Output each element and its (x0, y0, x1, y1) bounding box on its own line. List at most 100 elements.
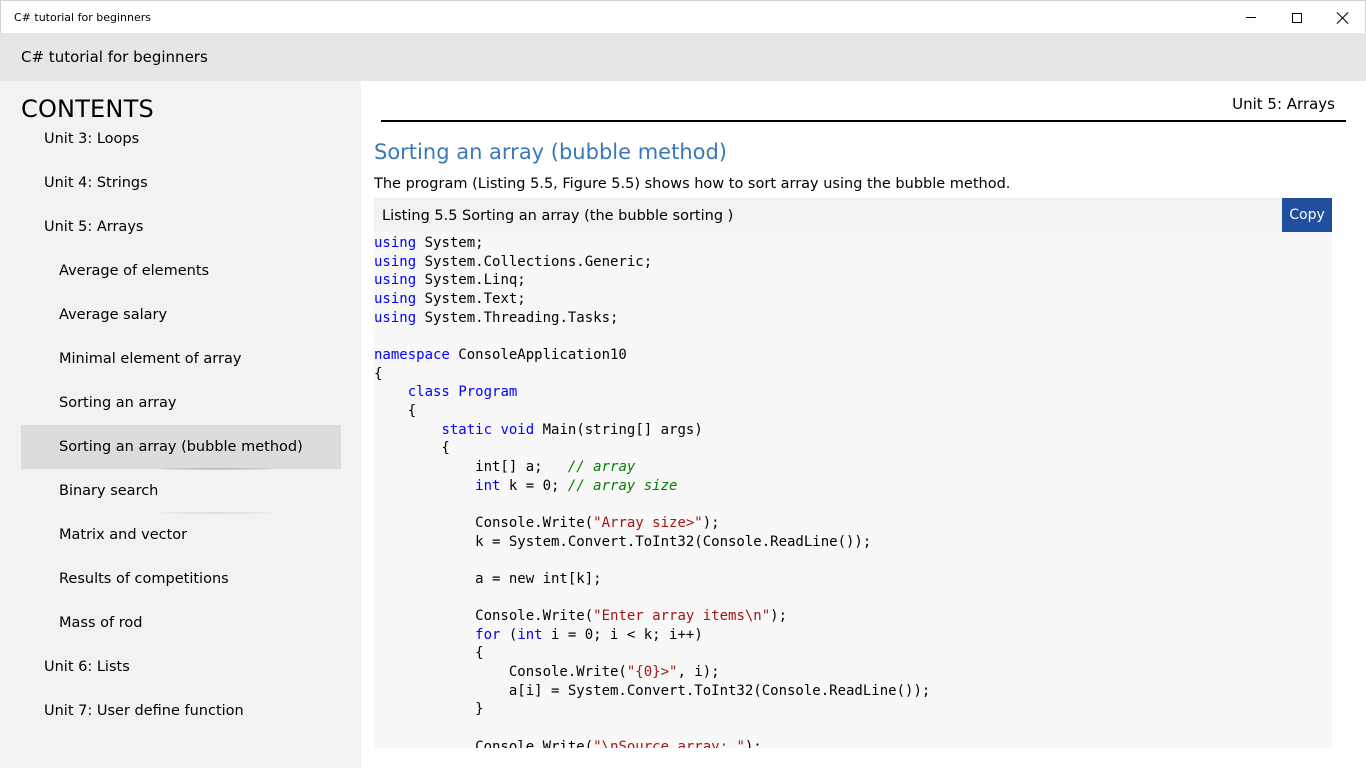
sidebar-item[interactable]: Unit 5: Arrays (21, 205, 341, 249)
main-content: Unit 5: Arrays Sorting an array (bubble … (361, 81, 1366, 768)
code-line: { (374, 644, 930, 663)
code-token: static (441, 421, 493, 438)
minimize-icon (1246, 17, 1256, 18)
code-token: "{0}>" (626, 664, 678, 681)
sidebar-item[interactable]: Average of elements (21, 249, 341, 293)
sidebar-item[interactable]: Unit 6: Lists (21, 645, 341, 689)
sidebar-item[interactable]: Average salary (21, 293, 341, 337)
code-line: { (374, 402, 930, 421)
sidebar-item[interactable]: Binary search (21, 469, 341, 514)
sidebar-item[interactable]: Unit 3: Loops (21, 117, 341, 161)
code-line: a = new int[k]; (374, 570, 930, 589)
sidebar-item[interactable]: Sorting an array (bubble method) (21, 425, 341, 470)
intro-text: The program (Listing 5.5, Figure 5.5) sh… (374, 176, 1011, 192)
code-line: } (374, 700, 930, 719)
sidebar-item-label: Average of elements (59, 263, 210, 279)
code-token: using (374, 235, 417, 251)
code-line: static void Main(string[] args) (374, 421, 930, 440)
sidebar-item-label: Unit 3: Loops (44, 131, 140, 147)
maximize-button[interactable] (1274, 1, 1320, 34)
code-token: using (374, 290, 417, 307)
code-token: k = System.Convert.ToInt32(Console.ReadL… (374, 533, 872, 550)
code-token: Console.Write( (374, 738, 594, 748)
code-token: using (374, 272, 417, 289)
code-block[interactable]: using System; using System.Collections.Ge… (374, 232, 1332, 748)
sidebar-item-label: Mass of rod (59, 615, 143, 631)
listing-header: Listing 5.5 Sorting an array (the bubble… (374, 198, 1332, 232)
code-token: for (475, 626, 501, 643)
copy-button[interactable]: Copy (1282, 198, 1332, 232)
code-token: a[i] = System.Convert.ToInt32(Console.Re… (374, 682, 931, 699)
close-button[interactable] (1320, 1, 1366, 34)
sidebar-item[interactable]: Mass of rod (21, 601, 341, 645)
code-token: // array (567, 458, 636, 475)
code-line: Console.Write("\nSource array: "); (374, 738, 930, 748)
app-title: C# tutorial for beginners (21, 48, 208, 66)
code-token: ( (500, 626, 518, 643)
code-token: System.Text; (416, 290, 526, 307)
code-line: Console.Write("{0}>", i); (374, 663, 930, 682)
code-token: Console.Write( (374, 514, 594, 531)
sidebar-item[interactable]: Sorting an array (21, 381, 341, 425)
code-line: using System.Collections.Generic; (374, 253, 930, 272)
header-divider (381, 120, 1346, 122)
code-token: Main(string[] args) (534, 421, 703, 438)
code-token: "Enter array items\n" (593, 608, 771, 625)
code-token: namespace (374, 346, 450, 363)
sidebar-item-label: Unit 7: User define function (44, 703, 244, 719)
code-token: "\nSource array: " (593, 738, 745, 748)
code-line: namespace ConsoleApplication10 (374, 346, 930, 365)
code-token: ); (770, 608, 788, 625)
code-token: k = 0; (500, 477, 568, 494)
code-token: { (374, 440, 450, 457)
code-token: System; (416, 235, 484, 251)
code-token: a = new int[k]; (374, 570, 602, 587)
code-token: ); (702, 514, 720, 531)
code-token: using (374, 309, 417, 326)
sidebar-item-label: Sorting an array (bubble method) (59, 439, 303, 455)
code-line: using System; (374, 234, 930, 253)
code-token: void (500, 421, 535, 438)
code-token: class (407, 384, 450, 401)
sidebar-item[interactable]: Unit 7: User define function (21, 689, 341, 733)
code-line: int k = 0; // array size (374, 477, 930, 496)
sidebar-nav: Unit 3: Loops Unit 4: Strings Unit 5: Arra… (21, 117, 341, 733)
sidebar-item-label: Matrix and vector (59, 527, 188, 543)
sidebar-item-label: Unit 5: Arrays (44, 219, 144, 235)
code-token: Console.Write( (374, 664, 627, 681)
code-line: for (int i = 0; i < k; i++) (374, 626, 930, 645)
code-token: System.Threading.Tasks; (416, 309, 619, 326)
sidebar-item-label: Minimal element of array (59, 351, 242, 367)
code-line: a[i] = System.Convert.ToInt32(Console.Re… (374, 682, 930, 701)
sidebar-item[interactable]: Results of competitions (21, 557, 341, 601)
code-line: class Program (374, 383, 930, 402)
code-token: i = 0; i < k; i++) (542, 626, 703, 643)
code-token: int (517, 626, 543, 643)
code-line: { (374, 365, 930, 384)
app-header: C# tutorial for beginners (0, 33, 1366, 81)
code-token: int (475, 477, 501, 494)
sidebar: CONTENTS Unit 3: Loops Unit 4: Strings Uni… (0, 81, 361, 768)
code-token: // array size (567, 477, 678, 494)
sidebar-item[interactable]: Matrix and vector (21, 513, 341, 557)
code-line: Console.Write("Array size>"); (374, 514, 930, 533)
sidebar-item-label: Results of competitions (59, 571, 229, 587)
code-listing: using System; using System.Collections.Ge… (374, 234, 930, 748)
code-token: Console.Write( (374, 608, 594, 625)
code-token: System.Collections.Generic; (416, 253, 653, 270)
sidebar-item-label: Unit 6: Lists (44, 659, 130, 675)
code-token: Program (458, 384, 518, 401)
code-token: using (374, 253, 417, 270)
code-line: int[] a; // array (374, 458, 930, 477)
unit-label: Unit 5: Arrays (1232, 95, 1335, 113)
code-token: } (374, 701, 484, 718)
sidebar-item[interactable]: Unit 4: Strings (21, 161, 341, 205)
code-token: System.Linq; (416, 272, 526, 289)
code-token: ); (744, 738, 762, 748)
minimize-button[interactable] (1228, 1, 1274, 34)
close-icon (1337, 12, 1349, 24)
sidebar-item[interactable]: Minimal element of array (21, 337, 341, 381)
